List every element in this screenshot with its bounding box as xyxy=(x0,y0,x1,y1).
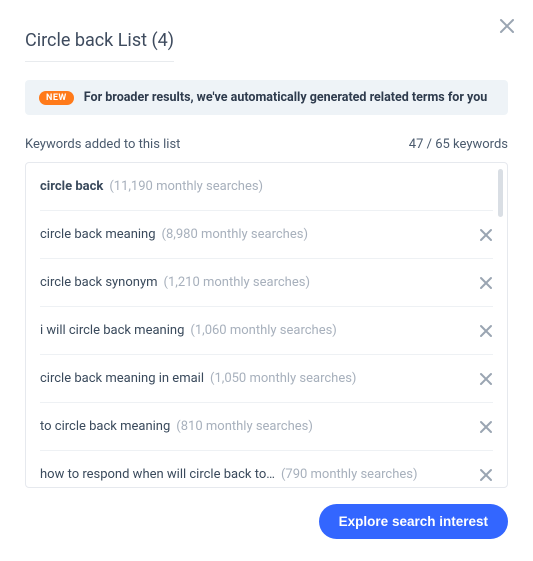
keyword-row: circle back meaning in email (1,050 month… xyxy=(40,355,493,403)
subhead-right: 47 / 65 keywords xyxy=(409,137,508,152)
remove-keyword-icon[interactable] xyxy=(479,228,493,242)
keyword-row: i will circle back meaning (1,060 monthly… xyxy=(40,307,493,355)
list-subheader: Keywords added to this list 47 / 65 keyw… xyxy=(25,137,508,152)
remove-keyword-icon[interactable] xyxy=(479,420,493,434)
scrollbar[interactable] xyxy=(498,169,503,217)
keyword-wrap: circle back meaning (8,980 monthly search… xyxy=(40,227,308,242)
keyword-wrap: circle back meaning in email (1,050 month… xyxy=(40,371,356,386)
keyword-wrap: to circle back meaning (810 monthly searc… xyxy=(40,419,313,434)
new-badge: NEW xyxy=(39,91,74,105)
keyword-wrap: circle back (11,190 monthly searches) xyxy=(40,179,263,194)
keyword-meta: (1,210 monthly searches) xyxy=(164,275,310,290)
explore-button[interactable]: Explore search interest xyxy=(319,504,508,539)
keyword-row: circle back meaning (8,980 monthly search… xyxy=(40,211,493,259)
keyword-row: circle back (11,190 monthly searches) xyxy=(40,163,493,211)
keyword-meta: (8,980 monthly searches) xyxy=(162,227,308,242)
keyword-term: how to respond when will circle back to… xyxy=(40,467,275,482)
keyword-term: circle back meaning in email xyxy=(40,371,204,386)
keyword-wrap: circle back synonym (1,210 monthly search… xyxy=(40,275,310,290)
remove-keyword-icon[interactable] xyxy=(479,372,493,386)
info-banner: NEW For broader results, we've automatic… xyxy=(25,80,508,115)
keyword-meta: (790 monthly searches) xyxy=(281,467,418,482)
keyword-row: how to respond when will circle back to…… xyxy=(40,451,493,488)
keyword-listbox: circle back(11,190 monthly searches)circ… xyxy=(25,162,508,488)
keyword-term: circle back meaning xyxy=(40,227,156,242)
page-title: Circle back List (4) xyxy=(25,30,174,62)
keyword-row: to circle back meaning (810 monthly searc… xyxy=(40,403,493,451)
keyword-term: circle back xyxy=(40,179,103,194)
keyword-meta: (1,050 monthly searches) xyxy=(210,371,356,386)
remove-keyword-icon[interactable] xyxy=(479,468,493,482)
banner-text: For broader results, we've automatically… xyxy=(84,90,488,105)
modal-footer: Explore search interest xyxy=(25,504,508,539)
keyword-term: i will circle back meaning xyxy=(40,323,184,338)
close-icon[interactable] xyxy=(499,18,515,34)
keyword-meta: (810 monthly searches) xyxy=(176,419,313,434)
keyword-term: circle back synonym xyxy=(40,275,158,290)
modal-container: Circle back List (4) NEW For broader res… xyxy=(0,0,533,559)
keyword-wrap: i will circle back meaning (1,060 monthly… xyxy=(40,323,337,338)
subhead-left: Keywords added to this list xyxy=(25,137,180,152)
remove-keyword-icon[interactable] xyxy=(479,324,493,338)
keyword-row: circle back synonym (1,210 monthly search… xyxy=(40,259,493,307)
keyword-term: to circle back meaning xyxy=(40,419,170,434)
keyword-meta: (11,190 monthly searches) xyxy=(109,179,263,194)
keyword-meta: (1,060 monthly searches) xyxy=(190,323,336,338)
remove-keyword-icon[interactable] xyxy=(479,276,493,290)
keyword-wrap: how to respond when will circle back to…… xyxy=(40,467,418,482)
